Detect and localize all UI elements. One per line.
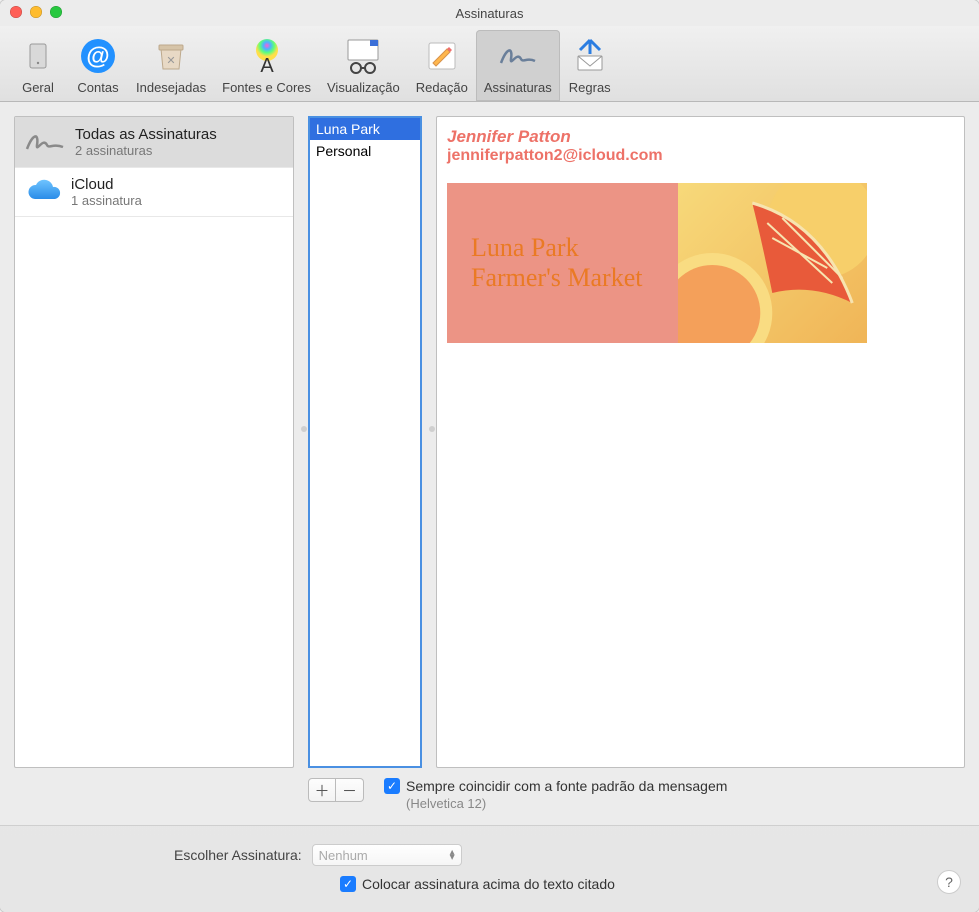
viewing-icon [341, 34, 385, 78]
account-subtitle: 2 assinaturas [75, 143, 217, 158]
tab-rules[interactable]: Regras [560, 30, 620, 101]
choose-signature-row: Escolher Assinatura: Nenhum ▴▾ [14, 844, 965, 866]
svg-text:A: A [260, 55, 274, 76]
bottom-section: Escolher Assinatura: Nenhum ▴▾ ✓ Colocar… [0, 825, 979, 912]
tab-label: Regras [569, 80, 611, 95]
account-subtitle: 1 assinatura [71, 193, 142, 208]
checkbox-checked-icon: ✓ [384, 778, 400, 794]
remove-signature-button[interactable]: － [336, 778, 364, 802]
choose-signature-popup[interactable]: Nenhum ▴▾ [312, 844, 462, 866]
below-panes-row: ＋ － ✓ Sempre coincidir com a fonte padrã… [14, 778, 965, 811]
always-match-checkbox-row[interactable]: ✓ Sempre coincidir com a fonte padrão da… [384, 778, 965, 794]
three-pane: Todas as Assinaturas 2 assinaturas iClou… [14, 116, 965, 768]
tab-accounts[interactable]: @ Contas [68, 30, 128, 101]
preferences-toolbar: Geral @ Contas ✕ Indesejadas A Fontes e … [0, 26, 979, 102]
tab-label: Fontes e Cores [222, 80, 311, 95]
always-match-label: Sempre coincidir com a fonte padrão da m… [406, 778, 727, 794]
choose-signature-value: Nenhum [319, 848, 368, 863]
signature-banner: Luna Park Farmer's Market [447, 183, 867, 343]
tab-junk[interactable]: ✕ Indesejadas [128, 30, 214, 101]
add-signature-button[interactable]: ＋ [308, 778, 336, 802]
signature-icon [496, 34, 540, 78]
tab-label: Redação [416, 80, 468, 95]
popup-arrows-icon: ▴▾ [450, 850, 455, 860]
tab-viewing[interactable]: Visualização [319, 30, 408, 101]
window-title: Assinaturas [456, 6, 524, 21]
account-text: iCloud 1 assinatura [71, 176, 142, 208]
tab-label: Assinaturas [484, 80, 552, 95]
tab-composing[interactable]: Redação [408, 30, 476, 101]
divider-handle[interactable] [301, 426, 307, 432]
help-button[interactable]: ? [937, 870, 961, 894]
tab-general[interactable]: Geral [8, 30, 68, 101]
place-above-checkbox-row[interactable]: ✓ Colocar assinatura acima do texto cita… [340, 876, 615, 892]
tab-label: Indesejadas [136, 80, 206, 95]
minimize-button[interactable] [30, 6, 42, 18]
signature-list-pane: Luna Park Personal [308, 116, 422, 768]
preferences-window: Assinaturas Geral @ Contas ✕ Indesejadas [0, 0, 979, 912]
account-icloud[interactable]: iCloud 1 assinatura [15, 168, 293, 217]
account-all-signatures[interactable]: Todas as Assinaturas 2 assinaturas [15, 117, 293, 168]
icloud-icon [25, 177, 63, 207]
rules-icon [568, 34, 612, 78]
accounts-pane: Todas as Assinaturas 2 assinaturas iClou… [14, 116, 294, 768]
tab-signatures[interactable]: Assinaturas [476, 30, 560, 101]
checkbox-checked-icon: ✓ [340, 876, 356, 892]
general-icon [16, 34, 60, 78]
close-button[interactable] [10, 6, 22, 18]
window-controls [10, 6, 62, 18]
tab-fonts-colors[interactable]: A Fontes e Cores [214, 30, 319, 101]
banner-image [678, 183, 867, 343]
tab-label: Geral [22, 80, 54, 95]
signature-email: jenniferpatton2@icloud.com [447, 147, 954, 165]
banner-line1: Luna Park [471, 233, 678, 263]
signature-preview-pane[interactable]: Jennifer Patton jenniferpatton2@icloud.c… [436, 116, 965, 768]
divider-handle[interactable] [429, 426, 435, 432]
tab-label: Visualização [327, 80, 400, 95]
font-hint: (Helvetica 12) [406, 796, 965, 811]
signature-item-personal[interactable]: Personal [310, 140, 420, 162]
place-above-label: Colocar assinatura acima do texto citado [362, 876, 615, 892]
banner-text-side: Luna Park Farmer's Market [447, 183, 678, 343]
add-remove-buttons: ＋ － [308, 778, 364, 802]
zoom-button[interactable] [50, 6, 62, 18]
compose-icon [420, 34, 464, 78]
signature-icon [25, 125, 67, 159]
at-icon: @ [76, 34, 120, 78]
account-title: iCloud [71, 176, 142, 193]
svg-text:@: @ [86, 43, 109, 70]
banner-line2: Farmer's Market [471, 263, 678, 293]
signature-item-luna-park[interactable]: Luna Park [310, 118, 420, 140]
signature-name: Jennifer Patton [447, 127, 954, 147]
place-above-row: ✓ Colocar assinatura acima do texto cita… [14, 876, 965, 892]
content-area: Todas as Assinaturas 2 assinaturas iClou… [0, 102, 979, 825]
always-match-group: ✓ Sempre coincidir com a fonte padrão da… [384, 778, 965, 811]
account-title: Todas as Assinaturas [75, 126, 217, 143]
titlebar: Assinaturas [0, 0, 979, 26]
svg-text:✕: ✕ [166, 55, 175, 67]
tab-label: Contas [77, 80, 118, 95]
choose-signature-label: Escolher Assinatura: [174, 847, 302, 863]
account-text: Todas as Assinaturas 2 assinaturas [75, 126, 217, 158]
trash-icon: ✕ [149, 34, 193, 78]
fonts-icon: A [245, 34, 289, 78]
